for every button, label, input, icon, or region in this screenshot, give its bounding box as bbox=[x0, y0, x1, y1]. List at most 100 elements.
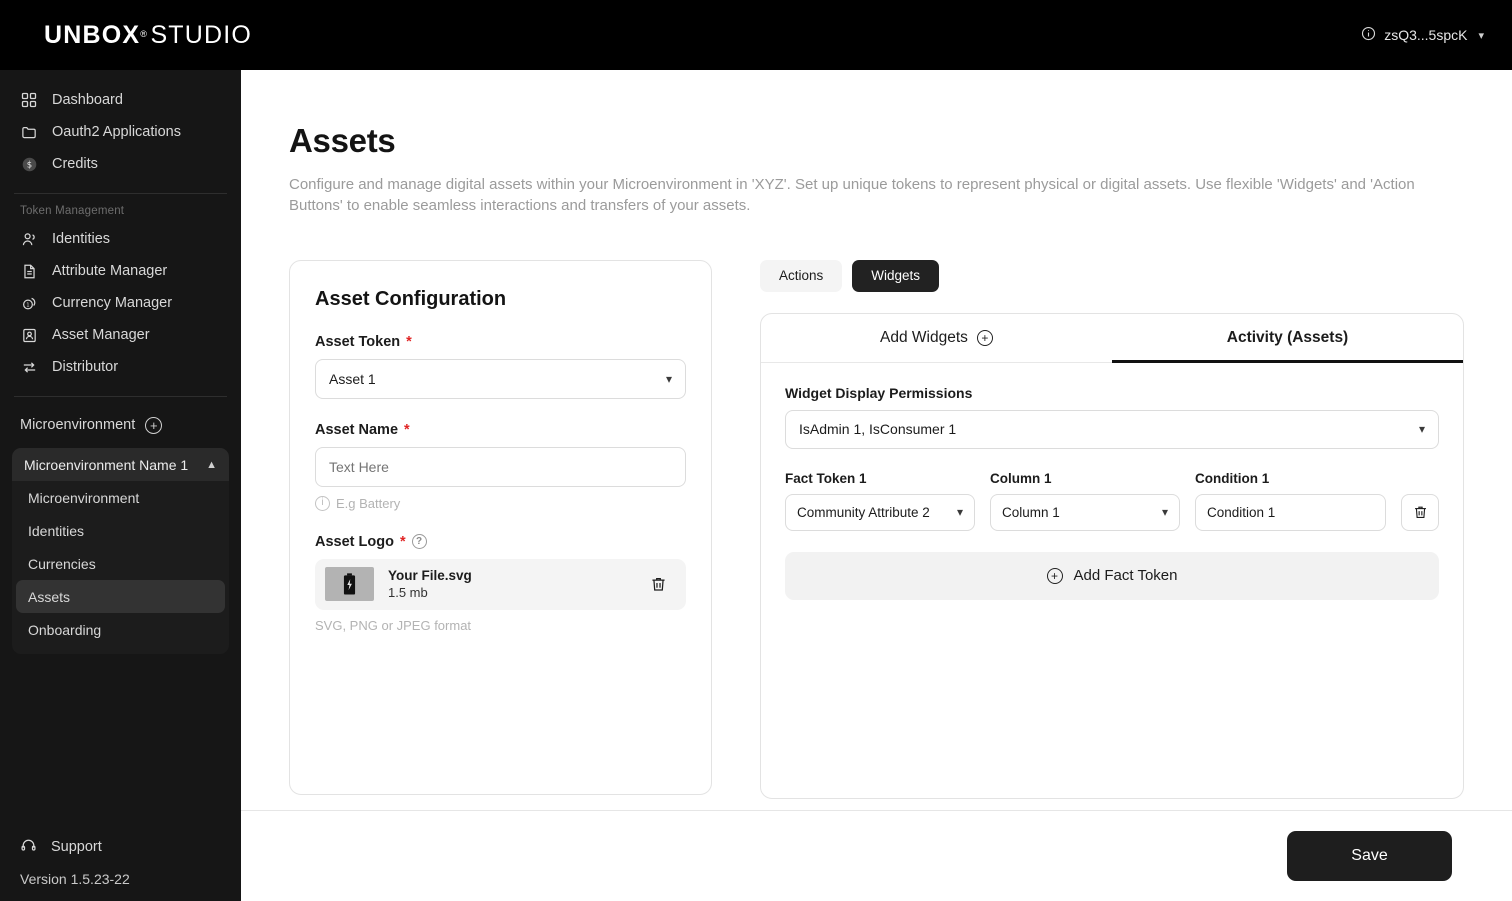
sidebar-item-identities[interactable]: Identities bbox=[12, 223, 229, 255]
asset-name-field: Asset Name * i E.g Battery bbox=[315, 422, 686, 511]
column-value: Column 1 bbox=[1002, 504, 1060, 520]
delete-fact-token-button[interactable] bbox=[1401, 493, 1439, 531]
trash-icon bbox=[652, 577, 665, 591]
sidebar-label: Distributor bbox=[52, 359, 119, 375]
asset-name-hint-text: E.g Battery bbox=[336, 495, 401, 511]
add-microenvironment-icon[interactable]: + bbox=[145, 416, 163, 434]
chevron-down-icon: ▾ bbox=[665, 371, 672, 386]
condition-input[interactable]: Condition 1 bbox=[1195, 493, 1386, 531]
chevron-down-icon: ▾ bbox=[1418, 422, 1425, 437]
asset-name-label-text: Asset Name bbox=[315, 421, 399, 438]
info-icon: i bbox=[315, 495, 330, 511]
column-select[interactable]: Column 1 ▾ bbox=[990, 493, 1180, 531]
plus-circle-icon: + bbox=[1046, 567, 1063, 584]
column-select-column: Column 1 Column 1 ▾ bbox=[990, 471, 1180, 531]
file-name: Your File.svg bbox=[388, 568, 472, 584]
widget-display-permissions-value: IsAdmin 1, IsConsumer 1 bbox=[799, 421, 957, 438]
activity-assets-tab-body: Widget Display Permissions IsAdmin 1, Is… bbox=[761, 363, 1463, 798]
sidebar-item-assets[interactable]: Assets bbox=[16, 580, 225, 613]
fact-token-select[interactable]: Community Attribute 2 ▾ bbox=[785, 493, 975, 531]
sidebar-label: Oauth2 Applications bbox=[52, 124, 181, 140]
file-size: 1.5 mb bbox=[388, 585, 428, 601]
asset-logo-label-text: Asset Logo bbox=[315, 533, 394, 550]
delete-file-button[interactable] bbox=[645, 571, 672, 598]
sidebar-item-attribute-manager[interactable]: Attribute Manager bbox=[12, 255, 229, 287]
chevron-up-icon: ▲ bbox=[206, 458, 217, 471]
add-fact-token-label: Add Fact Token bbox=[1073, 567, 1178, 585]
page-title: Assets bbox=[289, 122, 396, 159]
tab-activity-assets-label: Activity (Assets) bbox=[1226, 328, 1349, 346]
microenvironment-label: Microenvironment bbox=[20, 417, 136, 433]
sidebar-label: Credits bbox=[52, 156, 98, 172]
asset-name-hint: i E.g Battery bbox=[315, 495, 686, 511]
widgets-card: Add Widgets + Activity (Assets) Widget D… bbox=[760, 312, 1464, 799]
sidebar-label: Asset Manager bbox=[52, 327, 150, 343]
sidebar-item-currencies[interactable]: Currencies bbox=[16, 547, 225, 580]
svg-text:1: 1 bbox=[26, 302, 29, 308]
fact-token-row: Fact Token 1 Community Attribute 2 ▾ Col… bbox=[785, 471, 1439, 531]
widgets-toggle-button[interactable]: Widgets bbox=[852, 259, 940, 292]
main-content: Assets Configure and manage digital asse… bbox=[241, 70, 1512, 901]
sidebar-label: Attribute Manager bbox=[52, 263, 168, 279]
tab-activity-assets[interactable]: Activity (Assets) bbox=[1112, 314, 1463, 363]
required-asterisk: * bbox=[399, 533, 406, 550]
asset-token-select[interactable]: Asset 1 ▾ bbox=[315, 358, 686, 399]
content-columns: Asset Configuration Asset Token * Asset … bbox=[289, 259, 1464, 799]
sidebar-item-currency-manager[interactable]: 1 Currency Manager bbox=[12, 287, 229, 319]
required-asterisk: * bbox=[404, 421, 410, 438]
folder-icon bbox=[20, 123, 38, 141]
page-footer: Save bbox=[241, 810, 1512, 901]
user-account-menu[interactable]: zsQ3...5spcK ▾ bbox=[1361, 26, 1484, 44]
sidebar-sub-label: Onboarding bbox=[28, 621, 102, 638]
sidebar-footer: Support Version 1.5.23-22 bbox=[0, 831, 241, 901]
column-label: Column 1 bbox=[990, 470, 1052, 486]
asset-name-input[interactable] bbox=[315, 446, 686, 487]
version-label: Version 1.5.23-22 bbox=[20, 871, 130, 887]
tab-add-widgets[interactable]: Add Widgets + bbox=[761, 314, 1112, 362]
sidebar-item-oauth2-applications[interactable]: Oauth2 Applications bbox=[12, 116, 229, 148]
help-icon[interactable]: ? bbox=[411, 534, 427, 550]
asset-logo-label: Asset Logo * ? bbox=[315, 534, 686, 550]
microenvironment-group-toggle[interactable]: Microenvironment Name 1 ▲ bbox=[12, 448, 229, 481]
support-link[interactable]: Support bbox=[0, 831, 241, 863]
sidebar: Dashboard Oauth2 Applications $ Credits … bbox=[0, 70, 241, 901]
file-format-note: SVG, PNG or JPEG format bbox=[315, 617, 472, 633]
battery-icon bbox=[343, 572, 356, 595]
sidebar-item-credits[interactable]: $ Credits bbox=[12, 148, 229, 180]
add-fact-token-button[interactable]: + Add Fact Token bbox=[785, 551, 1439, 600]
chevron-down-icon: ▾ bbox=[956, 505, 963, 520]
sidebar-sub-label: Identities bbox=[28, 522, 85, 539]
chevron-down-icon: ▾ bbox=[1161, 505, 1168, 520]
widget-display-permissions-select[interactable]: IsAdmin 1, IsConsumer 1 ▾ bbox=[785, 409, 1439, 449]
sidebar-group-label-token-management: Token Management bbox=[20, 205, 125, 217]
condition-value: Condition 1 bbox=[1207, 504, 1276, 520]
content-scroll-area: Assets Configure and manage digital asse… bbox=[241, 70, 1512, 810]
tab-add-widgets-label: Add Widgets bbox=[880, 328, 968, 346]
sidebar-sub-label: Currencies bbox=[28, 555, 96, 572]
asset-token-value: Asset 1 bbox=[329, 370, 376, 387]
sidebar-sub-label: Microenvironment bbox=[28, 489, 140, 506]
actions-widgets-toggle: Actions Widgets bbox=[760, 259, 1464, 292]
sidebar-label: Dashboard bbox=[52, 92, 123, 108]
sidebar-item-distributor[interactable]: Distributor bbox=[12, 351, 229, 383]
sidebar-item-sub-identities[interactable]: Identities bbox=[16, 514, 225, 547]
support-label: Support bbox=[51, 839, 102, 855]
grid-icon bbox=[20, 91, 38, 109]
chevron-down-icon: ▾ bbox=[1478, 29, 1484, 42]
widgets-panel-column: Actions Widgets Add Widgets + Activity (… bbox=[760, 259, 1464, 799]
microenvironment-group-label: Microenvironment Name 1 bbox=[24, 456, 189, 473]
required-asterisk: * bbox=[406, 333, 412, 350]
save-button[interactable]: Save bbox=[1287, 831, 1452, 881]
sidebar-item-dashboard[interactable]: Dashboard bbox=[12, 84, 229, 116]
sidebar-divider-2 bbox=[14, 396, 227, 397]
sidebar-item-onboarding[interactable]: Onboarding bbox=[16, 613, 225, 646]
coin-icon: $ bbox=[20, 155, 38, 173]
sidebar-item-microenvironment[interactable]: Microenvironment bbox=[16, 481, 225, 514]
sidebar-item-asset-manager[interactable]: Asset Manager bbox=[12, 319, 229, 351]
actions-toggle-button[interactable]: Actions bbox=[760, 259, 843, 292]
fact-token-value: Community Attribute 2 bbox=[797, 504, 930, 520]
sidebar-label: Identities bbox=[52, 231, 111, 247]
asset-token-label: Asset Token * bbox=[315, 334, 686, 350]
asset-configuration-card: Asset Configuration Asset Token * Asset … bbox=[289, 259, 712, 795]
condition-column: Condition 1 Condition 1 bbox=[1195, 471, 1386, 531]
